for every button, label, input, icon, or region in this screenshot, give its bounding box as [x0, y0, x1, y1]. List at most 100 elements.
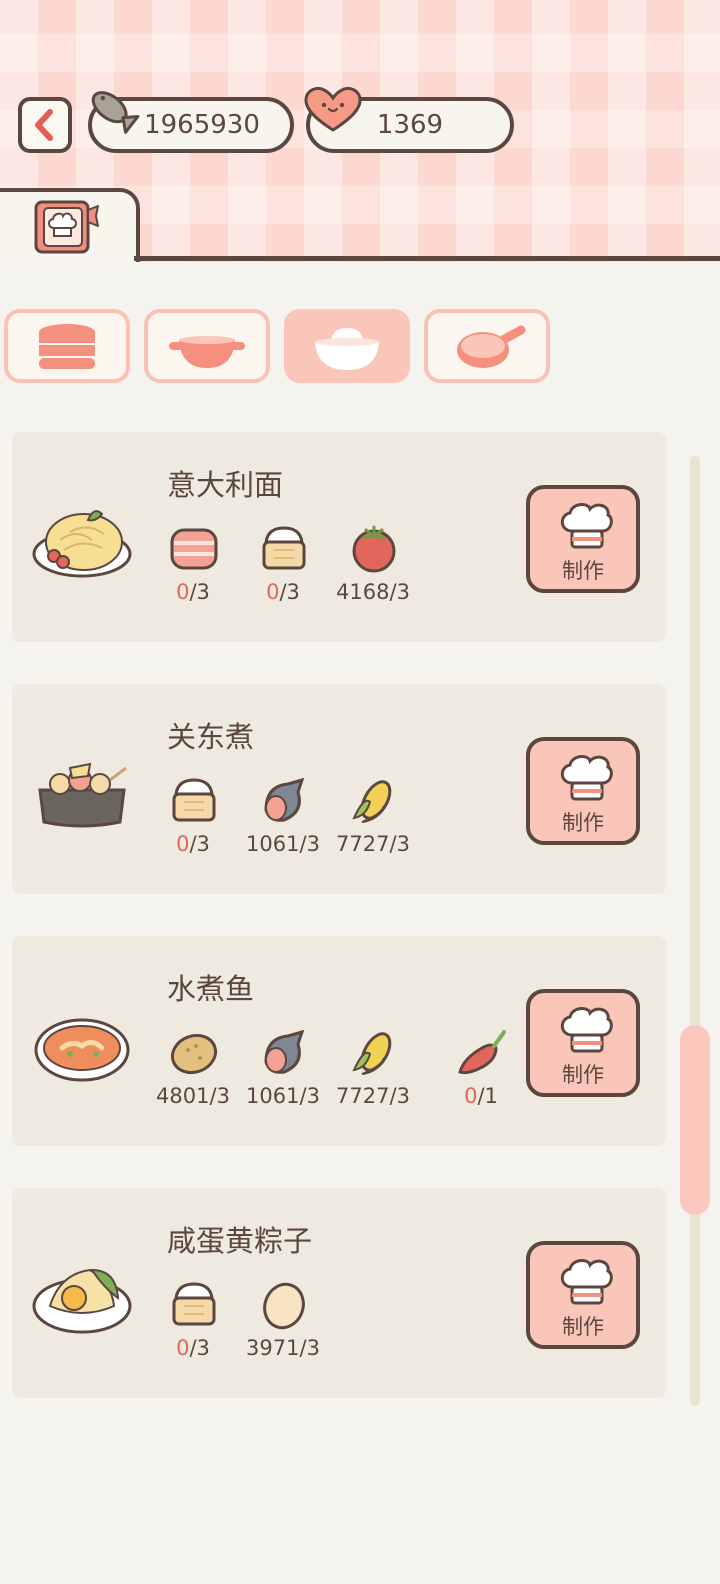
make-button[interactable]: 制作 [526, 1241, 640, 1349]
fish-icon [91, 91, 140, 134]
ingredient-item: 1061/3 [238, 1028, 328, 1118]
ingredient-count: 4801/3 [156, 1084, 230, 1108]
chef-hat-icon [560, 503, 613, 549]
ingredient-count: 0/3 [176, 1336, 210, 1360]
fish-icon [264, 777, 305, 822]
recipe-card: 关东煮 0/3 1061/3 7727/3 制作 [12, 684, 666, 894]
flour-icon [262, 526, 306, 570]
make-button[interactable]: 制作 [526, 737, 640, 845]
ingredient-have: 1061 [246, 1084, 300, 1108]
ingredient-need: 3 [306, 832, 320, 856]
heart-icon [304, 86, 362, 132]
ingredient-count: 0/3 [176, 580, 210, 604]
ingredient-count: 7727/3 [336, 1084, 410, 1108]
category-tab-bowl[interactable] [284, 309, 410, 383]
recipe-card: 咸蛋黄粽子 0/3 3971/3 制作 [12, 1188, 666, 1398]
ingredient-need: 3 [396, 832, 410, 856]
ingredient-item: 1061/3 [238, 776, 328, 866]
spaghetti-plate-icon [32, 510, 132, 578]
ingredient-need: 3 [286, 580, 300, 604]
tomato-icon [352, 525, 396, 573]
ingredient-item: 3971/3 [238, 1280, 328, 1370]
ingredient-have: 0 [266, 580, 280, 604]
make-button-label: 制作 [562, 1063, 604, 1087]
ingredient-need: 3 [196, 832, 210, 856]
frying-pan-icon [457, 325, 526, 368]
ingredient-count: 0/3 [176, 832, 210, 856]
ingredient-have: 7727 [336, 832, 390, 856]
recipe-book-tab[interactable] [0, 188, 140, 262]
ingredient-item: 0/3 [148, 1280, 238, 1370]
header-divider [134, 256, 720, 261]
oden-pot-icon [38, 762, 127, 828]
ingredient-need: 3 [306, 1084, 320, 1108]
rice-bowl-icon [315, 328, 379, 370]
scrollbar-track[interactable] [690, 456, 700, 1406]
recipe-card: 水煮鱼 4801/3 1061/3 7727/3 0/1 制作 [12, 936, 666, 1146]
ingredient-item: 7727/3 [328, 1028, 418, 1118]
ingredient-need: 3 [396, 1084, 410, 1108]
potato-icon [170, 1033, 218, 1075]
category-tab-pan[interactable] [424, 309, 550, 383]
ingredient-count: 7727/3 [336, 832, 410, 856]
ingredient-count: 1061/3 [246, 832, 320, 856]
ingredient-item: 0/3 [148, 524, 238, 614]
dish-name: 意大利面 [167, 468, 284, 502]
boiled-fish-bowl-icon [34, 1018, 130, 1082]
fish-icon [264, 1029, 305, 1074]
pot-icon [169, 336, 245, 368]
ingredient-item: 4801/3 [148, 1028, 238, 1118]
ingredient-have: 7727 [336, 1084, 390, 1108]
zongzi-plate-icon [32, 1268, 132, 1334]
category-tab-dishes[interactable] [4, 309, 130, 383]
ingredient-need: 3 [196, 580, 210, 604]
make-button-label: 制作 [562, 811, 604, 835]
dish-name: 咸蛋黄粽子 [167, 1224, 313, 1258]
egg-icon [263, 1282, 305, 1330]
category-tab-pot[interactable] [144, 309, 270, 383]
chef-hat-icon [560, 1007, 613, 1053]
ingredient-need: 3 [306, 1336, 320, 1360]
ingredient-need: 1 [484, 1084, 498, 1108]
chef-hat-icon [560, 755, 613, 801]
ingredient-have: 0 [464, 1084, 478, 1108]
dish-name: 水煮鱼 [167, 972, 255, 1006]
ingredient-item: 0/3 [238, 524, 328, 614]
recipe-card: 意大利面 0/3 0/3 4168/3 制作 [12, 432, 666, 642]
chevron-left-icon [35, 109, 53, 141]
ingredient-count: 3971/3 [246, 1336, 320, 1360]
back-button[interactable] [18, 97, 72, 153]
recipe-book-icon [34, 200, 99, 254]
bacon-icon [170, 528, 218, 570]
ingredient-have: 0 [176, 580, 190, 604]
ingredient-count: 0/3 [266, 580, 300, 604]
ingredient-have: 0 [176, 1336, 190, 1360]
ingredient-item: 4168/3 [328, 524, 418, 614]
ingredient-item: 7727/3 [328, 776, 418, 866]
stacked-dishes-icon [39, 324, 95, 369]
dish-name: 关东煮 [167, 720, 255, 754]
ingredient-have: 1061 [246, 832, 300, 856]
ingredient-have: 4168 [336, 580, 390, 604]
chef-hat-icon [560, 1259, 613, 1305]
make-button-label: 制作 [562, 1315, 604, 1339]
ingredient-count: 1061/3 [246, 1084, 320, 1108]
flour-icon [172, 1282, 216, 1326]
scrollbar-thumb[interactable] [680, 1025, 710, 1215]
chili-icon [458, 1030, 506, 1075]
ingredient-count: 0/1 [464, 1084, 498, 1108]
corn-icon [352, 780, 392, 823]
ingredient-need: 3 [216, 1084, 230, 1108]
ingredient-have: 4801 [156, 1084, 210, 1108]
ingredient-need: 3 [396, 580, 410, 604]
corn-icon [352, 1032, 392, 1075]
ingredient-item: 0/1 [436, 1028, 526, 1118]
ingredient-item: 0/3 [148, 776, 238, 866]
ingredient-need: 3 [196, 1336, 210, 1360]
make-button[interactable]: 制作 [526, 989, 640, 1097]
make-button-label: 制作 [562, 559, 604, 583]
ingredient-have: 3971 [246, 1336, 300, 1360]
ingredient-have: 0 [176, 832, 190, 856]
make-button[interactable]: 制作 [526, 485, 640, 593]
flour-icon [172, 778, 216, 822]
